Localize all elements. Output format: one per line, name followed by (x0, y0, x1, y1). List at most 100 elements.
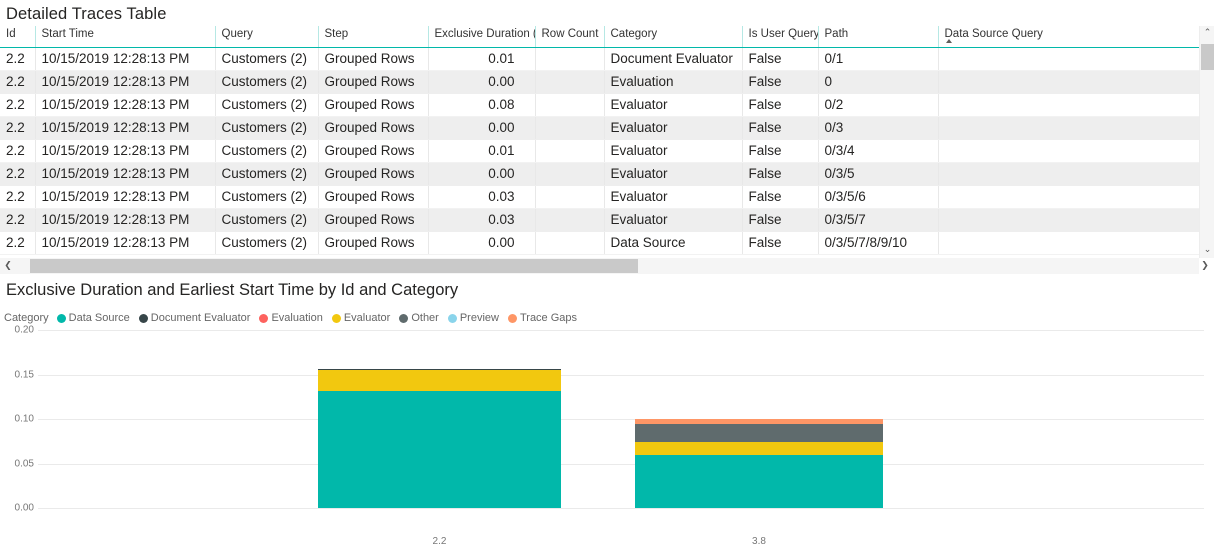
column-header-label: Category (611, 28, 658, 40)
column-header-label: Is User Query (749, 28, 819, 40)
table-row[interactable]: 2.210/15/2019 12:28:13 PMCustomers (2)Gr… (0, 116, 1199, 139)
bar-segment[interactable] (318, 391, 561, 508)
column-header-query[interactable]: Query (215, 26, 318, 47)
cell-step: Grouped Rows (318, 139, 428, 162)
scroll-right-icon[interactable]: ❯ (1197, 258, 1213, 274)
legend-item[interactable]: Data Source (57, 312, 130, 324)
table-row[interactable]: 2.210/15/2019 12:28:13 PMCustomers (2)Gr… (0, 47, 1199, 70)
bar-segment[interactable] (635, 419, 883, 424)
scroll-down-icon[interactable]: ⌄ (1200, 243, 1214, 258)
column-header-exclusive_duration[interactable]: Exclusive Duration (%) (428, 26, 535, 47)
bar-stack[interactable] (318, 332, 561, 508)
cell-exclusive_duration: 0.03 (428, 185, 535, 208)
column-header-id[interactable]: Id (0, 26, 35, 47)
bar-segment[interactable] (318, 369, 561, 370)
cell-path: 0/3/5/7 (818, 208, 938, 231)
cell-step: Grouped Rows (318, 93, 428, 116)
cell-is_user_query: False (742, 93, 818, 116)
cell-step: Grouped Rows (318, 208, 428, 231)
legend-color-swatch-icon (508, 314, 517, 323)
column-header-category[interactable]: Category (604, 26, 742, 47)
legend-item-label: Other (411, 312, 439, 324)
cell-id: 2.2 (0, 93, 35, 116)
cell-is_user_query: False (742, 47, 818, 70)
column-header-label: Step (325, 28, 349, 40)
cell-step: Grouped Rows (318, 231, 428, 254)
column-header-start_time[interactable]: Start Time (35, 26, 215, 47)
vertical-scroll-thumb[interactable] (1201, 44, 1214, 70)
legend-item[interactable]: Trace Gaps (508, 312, 577, 324)
cell-id: 2.2 (0, 47, 35, 70)
cell-data_source_query (938, 139, 1199, 162)
cell-path: 0/1 (818, 47, 938, 70)
table-row[interactable]: 2.210/15/2019 12:28:13 PMCustomers (2)Gr… (0, 70, 1199, 93)
legend-color-swatch-icon (139, 314, 148, 323)
cell-is_user_query: False (742, 116, 818, 139)
legend-item[interactable]: Evaluation (259, 312, 322, 324)
bar-stack[interactable] (635, 332, 883, 508)
cell-query: Customers (2) (215, 139, 318, 162)
legend-item-label: Data Source (69, 312, 130, 324)
table-row[interactable]: 2.210/15/2019 12:28:13 PMCustomers (2)Gr… (0, 93, 1199, 116)
cell-data_source_query (938, 93, 1199, 116)
table-row[interactable]: 2.210/15/2019 12:28:13 PMCustomers (2)Gr… (0, 139, 1199, 162)
x-axis-tick-label: 2.2 (433, 536, 447, 547)
column-header-label: Data Source Query (945, 28, 1043, 40)
bar-segment[interactable] (318, 370, 561, 390)
cell-step: Grouped Rows (318, 162, 428, 185)
cell-row_count (535, 47, 604, 70)
cell-exclusive_duration: 0.03 (428, 208, 535, 231)
cell-is_user_query: False (742, 231, 818, 254)
bar-segment[interactable] (635, 424, 883, 442)
cell-data_source_query (938, 185, 1199, 208)
table-horizontal-scrollbar[interactable]: ❮ ❯ (0, 258, 1199, 274)
cell-query: Customers (2) (215, 116, 318, 139)
table-row[interactable]: 2.210/15/2019 12:28:13 PMCustomers (2)Gr… (0, 185, 1199, 208)
horizontal-scroll-thumb[interactable] (30, 259, 638, 273)
column-header-is_user_query[interactable]: Is User Query (742, 26, 818, 47)
legend-item[interactable]: Document Evaluator (139, 312, 251, 324)
legend-item-label: Preview (460, 312, 499, 324)
chart-legend: Category Data Source Document Evaluator Ev… (4, 310, 586, 326)
cell-row_count (535, 116, 604, 139)
cell-id: 2.2 (0, 185, 35, 208)
chart-bars (0, 332, 1214, 532)
table-vertical-scrollbar[interactable]: ⌃ ⌄ (1199, 26, 1214, 258)
cell-query: Customers (2) (215, 185, 318, 208)
column-header-path[interactable]: Path (818, 26, 938, 47)
cell-category: Evaluator (604, 185, 742, 208)
cell-row_count (535, 208, 604, 231)
cell-data_source_query (938, 162, 1199, 185)
cell-category: Evaluator (604, 93, 742, 116)
table-row[interactable]: 2.210/15/2019 12:28:13 PMCustomers (2)Gr… (0, 231, 1199, 254)
cell-exclusive_duration: 0.00 (428, 70, 535, 93)
cell-exclusive_duration: 0.08 (428, 93, 535, 116)
page-title: Detailed Traces Table (0, 0, 1214, 26)
cell-query: Customers (2) (215, 70, 318, 93)
scroll-left-icon[interactable]: ❮ (0, 258, 16, 274)
column-header-step[interactable]: Step (318, 26, 428, 47)
x-axis-tick-label: 3.8 (752, 536, 766, 547)
legend-color-swatch-icon (332, 314, 341, 323)
column-header-data_source_query[interactable]: Data Source Query (938, 26, 1199, 47)
bar-segment[interactable] (635, 442, 883, 454)
bar-segment[interactable] (635, 455, 883, 508)
legend-title: Category (4, 312, 49, 324)
legend-item[interactable]: Other (399, 312, 439, 324)
cell-data_source_query (938, 208, 1199, 231)
table-row[interactable]: 2.210/15/2019 12:28:13 PMCustomers (2)Gr… (0, 162, 1199, 185)
cell-row_count (535, 93, 604, 116)
legend-color-swatch-icon (259, 314, 268, 323)
table-row[interactable]: 2.210/15/2019 12:28:13 PMCustomers (2)Gr… (0, 208, 1199, 231)
legend-item[interactable]: Preview (448, 312, 499, 324)
table-scrollport[interactable]: IdStart TimeQuery Step Exclusive Duration … (0, 26, 1199, 258)
legend-item[interactable]: Evaluator (332, 312, 390, 324)
column-header-row_count[interactable]: Row Count (535, 26, 604, 47)
legend-color-swatch-icon (399, 314, 408, 323)
chart-title: Exclusive Duration and Earliest Start Ti… (0, 276, 1214, 302)
scroll-up-icon[interactable]: ⌃ (1200, 26, 1214, 41)
legend-item-label: Evaluator (344, 312, 390, 324)
table-header-row: IdStart TimeQuery Step Exclusive Duration … (0, 26, 1199, 47)
traces-table: IdStart TimeQuery Step Exclusive Duration … (0, 26, 1199, 255)
cell-start_time: 10/15/2019 12:28:13 PM (35, 185, 215, 208)
